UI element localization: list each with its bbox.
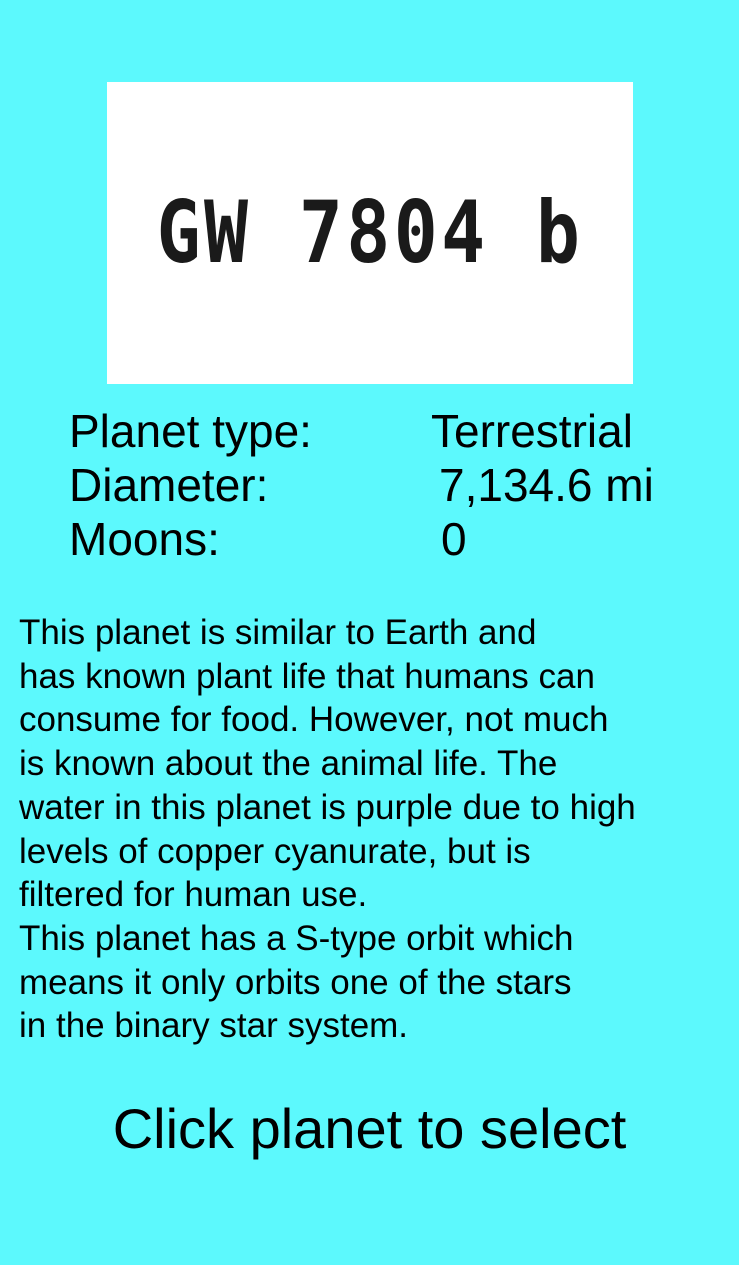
description-line: water in this planet is purple due to hi… — [19, 787, 636, 827]
planet-stats: Planet type: Terrestrial Diameter: 7,134… — [69, 404, 709, 566]
diameter-label: Diameter: — [69, 459, 269, 511]
description-line: This planet has a S-type orbit which — [19, 918, 574, 958]
description-line: filtered for human use. — [19, 875, 368, 915]
description-line: consume for food. However, not much — [19, 700, 609, 740]
description-line: levels of copper cyanurate, but is — [19, 831, 531, 871]
planet-name-card[interactable]: GW 7804 b — [107, 82, 633, 384]
description-line: in the binary star system. — [19, 1006, 409, 1046]
moons-value: 0 — [441, 513, 467, 565]
description-line: is known about the animal life. The — [19, 744, 558, 784]
description-line: has known plant life that humans can — [19, 656, 595, 696]
planet-type-value: Terrestrial — [431, 405, 633, 457]
description-line: means it only orbits one of the stars — [19, 962, 572, 1002]
stat-row-moons: Moons: 0 — [69, 512, 709, 566]
planet-type-label: Planet type: — [69, 405, 312, 457]
planet-name: GW 7804 b — [156, 183, 584, 283]
planet-description: This planet is similar to Earth and has … — [19, 611, 729, 1048]
moons-label: Moons: — [69, 513, 220, 565]
diameter-value: 7,134.6 mi — [439, 459, 654, 511]
stat-row-diameter: Diameter: 7,134.6 mi — [69, 458, 709, 512]
stat-row-planet-type: Planet type: Terrestrial — [69, 404, 709, 458]
description-line: This planet is similar to Earth and — [19, 613, 537, 652]
select-planet-button[interactable]: Click planet to select — [0, 1094, 739, 1164]
